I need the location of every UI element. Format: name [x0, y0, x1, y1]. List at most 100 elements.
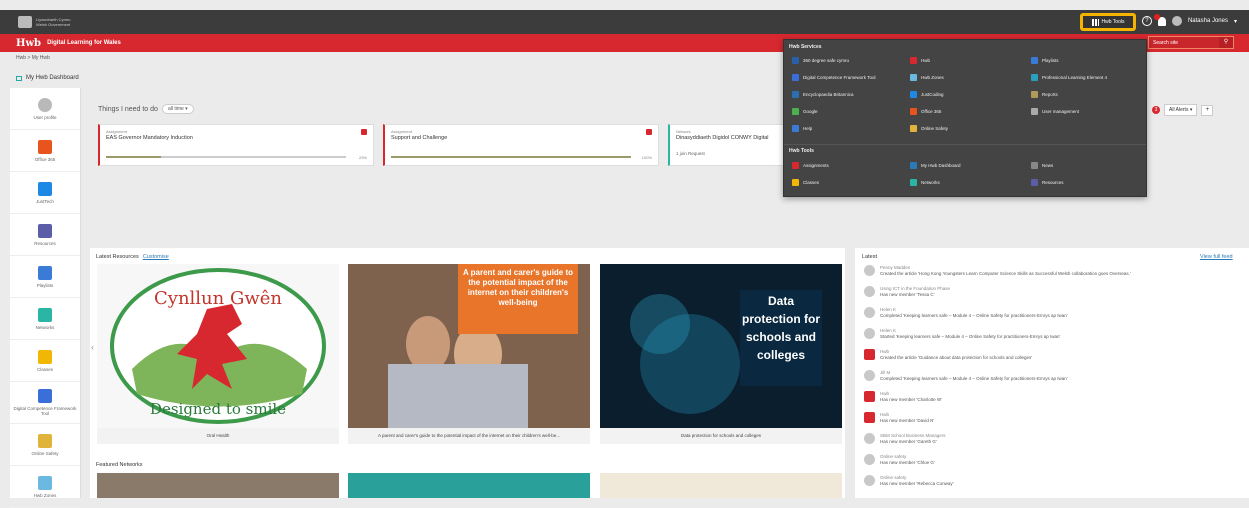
- sidebar-item-networks[interactable]: Networks: [10, 298, 80, 340]
- task-card[interactable]: Assignment Support and Challenge 100%: [383, 124, 659, 166]
- user-name[interactable]: Natasha Jones: [1188, 18, 1228, 24]
- sidebar-item-digital-competence-framework-tool[interactable]: Digital Competence Framework Tool: [10, 382, 80, 424]
- customise-link[interactable]: Customise: [143, 254, 169, 260]
- feed-message: Completed 'Keeping learners safe – Modul…: [880, 312, 1068, 318]
- list-item[interactable]: SBM School Business Managers Has new memb…: [864, 433, 946, 444]
- breadcrumb[interactable]: Hwb > My Hwb: [16, 55, 50, 61]
- resource-caption: A parent and carer's guide to the potent…: [348, 428, 590, 444]
- list-item[interactable]: Hwb Has new member 'Charlotte W': [864, 391, 942, 402]
- menu-item-playlists[interactable]: Playlists: [1031, 57, 1059, 64]
- menu-item-label: Hwb: [921, 58, 931, 63]
- classes-icon: [38, 349, 52, 364]
- featured-network-card[interactable]: [97, 473, 339, 498]
- featured-network-card[interactable]: [348, 473, 590, 498]
- task-percent: 100%: [641, 155, 652, 160]
- resource-card[interactable]: A parent and carer's guide to the potent…: [348, 264, 590, 444]
- office-icon: [910, 108, 917, 115]
- logo-text-bottom: Designed to smile: [150, 400, 286, 418]
- resources-icon: [38, 223, 52, 238]
- menu-item-hwb[interactable]: Hwb: [910, 57, 930, 64]
- menu-item-assignments[interactable]: Assignments: [792, 162, 829, 169]
- menu-item-360-degree-safe-cymru[interactable]: 360 degree safe cymru: [792, 57, 849, 64]
- classes-icon: [792, 179, 799, 186]
- todo-header: Things I need to do all time ▾: [98, 104, 194, 114]
- menu-item-networks[interactable]: Networks: [910, 179, 940, 186]
- grid-icon: [1091, 18, 1099, 26]
- task-flag-icon[interactable]: [361, 129, 367, 135]
- sidebar-item-label: Office 365: [34, 156, 56, 162]
- sidebar-item-online-safety[interactable]: Online Safety: [10, 424, 80, 466]
- sidebar-item-user-profile[interactable]: User profile: [10, 88, 80, 130]
- menu-item-resources[interactable]: Resources: [1031, 179, 1064, 186]
- sidebar-item-resources[interactable]: Resources: [10, 214, 80, 256]
- crest-icon: [18, 16, 32, 28]
- help-icon[interactable]: ?: [1141, 16, 1152, 26]
- menu-item-professional-learning-element-4[interactable]: Professional Learning Element 4: [1031, 74, 1107, 81]
- alerts-dropdown[interactable]: All Alerts ▾: [1164, 104, 1198, 116]
- playlists-icon: [38, 265, 52, 280]
- list-item[interactable]: Online safety Has new member 'Rebecca Con…: [864, 475, 954, 486]
- menu-item-reports[interactable]: Reports: [1031, 91, 1058, 98]
- sidebar-item-playlists[interactable]: Playlists: [10, 256, 80, 298]
- task-card[interactable]: Assignment EAS Governor Mandatory Induct…: [98, 124, 374, 166]
- carousel-prev-arrow[interactable]: ‹: [91, 342, 94, 352]
- resource-card[interactable]: Cynllun Gwên Designed to smile Oral Heal…: [97, 264, 339, 444]
- sidebar-item-justtech[interactable]: JustTech: [10, 172, 80, 214]
- menu-item-my-hwb-dashboard[interactable]: My Hwb Dashboard: [910, 162, 961, 169]
- feed-avatar-icon: [864, 391, 875, 402]
- menu-item-user-management[interactable]: User management: [1031, 108, 1079, 115]
- menu-item-google[interactable]: Google: [792, 108, 818, 115]
- list-item[interactable]: Jill M Completed 'Keeping learners safe –…: [864, 370, 1068, 381]
- list-item[interactable]: Online safety Has new member 'Chloe G': [864, 454, 935, 465]
- view-full-feed-link[interactable]: View full feed: [1200, 254, 1233, 260]
- search-icon[interactable]: ⚲: [1219, 37, 1233, 48]
- list-item[interactable]: Hwb Has new member 'David N': [864, 412, 934, 423]
- menu-item-justcoding[interactable]: JustCoding: [910, 91, 944, 98]
- online-safety-icon: [910, 125, 917, 132]
- brand-logo[interactable]: Hwb: [16, 38, 41, 49]
- gov-logo[interactable]: Llywodraeth Cymru Welsh Government: [18, 16, 76, 28]
- task-flag-icon[interactable]: [646, 129, 652, 135]
- featured-networks-title: Featured Networks: [96, 462, 143, 468]
- sidebar-item-hwb-zones[interactable]: Hwb Zones: [10, 466, 80, 508]
- feed-message: Has new member 'Tessa C': [880, 291, 935, 297]
- menu-item-digital-competence-framework-tool[interactable]: Digital Competence Framework Tool: [792, 74, 875, 81]
- list-item[interactable]: Hwb Created the article 'Guidance about d…: [864, 349, 1032, 360]
- resource-card[interactable]: Data protection for schools and colleges…: [600, 264, 842, 444]
- notifications-bell-icon[interactable]: [1153, 13, 1166, 26]
- networks-icon: [38, 307, 52, 322]
- list-item[interactable]: Using ICT in the Foundation Phase Has new…: [864, 286, 950, 297]
- resource-caption: Data protection for schools and colleges: [600, 428, 842, 444]
- todo-filter-value: all time: [167, 106, 184, 112]
- sidebar-item-classes[interactable]: Classes: [10, 340, 80, 382]
- dashboard-link[interactable]: My Hwb Dashboard: [16, 75, 79, 81]
- list-item[interactable]: Penny Madden Created the article 'Hong Ko…: [864, 265, 1131, 276]
- hwb-tools-button[interactable]: Hwb Tools: [1080, 13, 1136, 31]
- hwb-zones-icon: [38, 475, 52, 490]
- menu-item-label: My Hwb Dashboard: [921, 163, 961, 168]
- task-card[interactable]: Network Dinasyddiaeth Digidol CONWY Digi…: [668, 124, 788, 166]
- menu-item-help[interactable]: Help: [792, 125, 812, 132]
- task-title: EAS Governor Mandatory Induction: [106, 135, 193, 141]
- menu-item-encyclopaedia-britannica[interactable]: Encyclopaedia Britannica: [792, 91, 854, 98]
- menu-item-online-safety[interactable]: Online Safety: [910, 125, 948, 132]
- sidebar-item-office-365[interactable]: Office 365: [10, 130, 80, 172]
- sidebar-item-label: Online Safety: [31, 450, 59, 456]
- chevron-down-icon[interactable]: ▾: [1234, 18, 1237, 25]
- menu-item-office-365[interactable]: Office 365: [910, 108, 941, 115]
- list-item[interactable]: Helen K Completed 'Keeping learners safe …: [864, 307, 1068, 318]
- add-alert-button[interactable]: +: [1201, 104, 1214, 116]
- oral-health-image: Cynllun Gwên Designed to smile: [97, 264, 339, 428]
- todo-filter-dropdown[interactable]: all time ▾: [161, 104, 194, 114]
- search-input[interactable]: Search site ⚲: [1148, 36, 1234, 49]
- menu-item-news[interactable]: News: [1031, 162, 1053, 169]
- gov-logo-text: Llywodraeth Cymru Welsh Government: [36, 17, 71, 27]
- featured-network-card[interactable]: [600, 473, 842, 498]
- avatar[interactable]: [1171, 16, 1182, 26]
- menu-item-classes[interactable]: Classes: [792, 179, 819, 186]
- menu-item-hwb-zones[interactable]: Hwb Zones: [910, 74, 944, 81]
- list-item[interactable]: Helen K Started 'Keeping learners safe – …: [864, 328, 1060, 339]
- feed-message: Has new member 'Chloe G': [880, 459, 935, 465]
- feed-message: Started 'Keeping learners safe – Module …: [880, 333, 1061, 339]
- hwb-zones-icon: [910, 74, 917, 81]
